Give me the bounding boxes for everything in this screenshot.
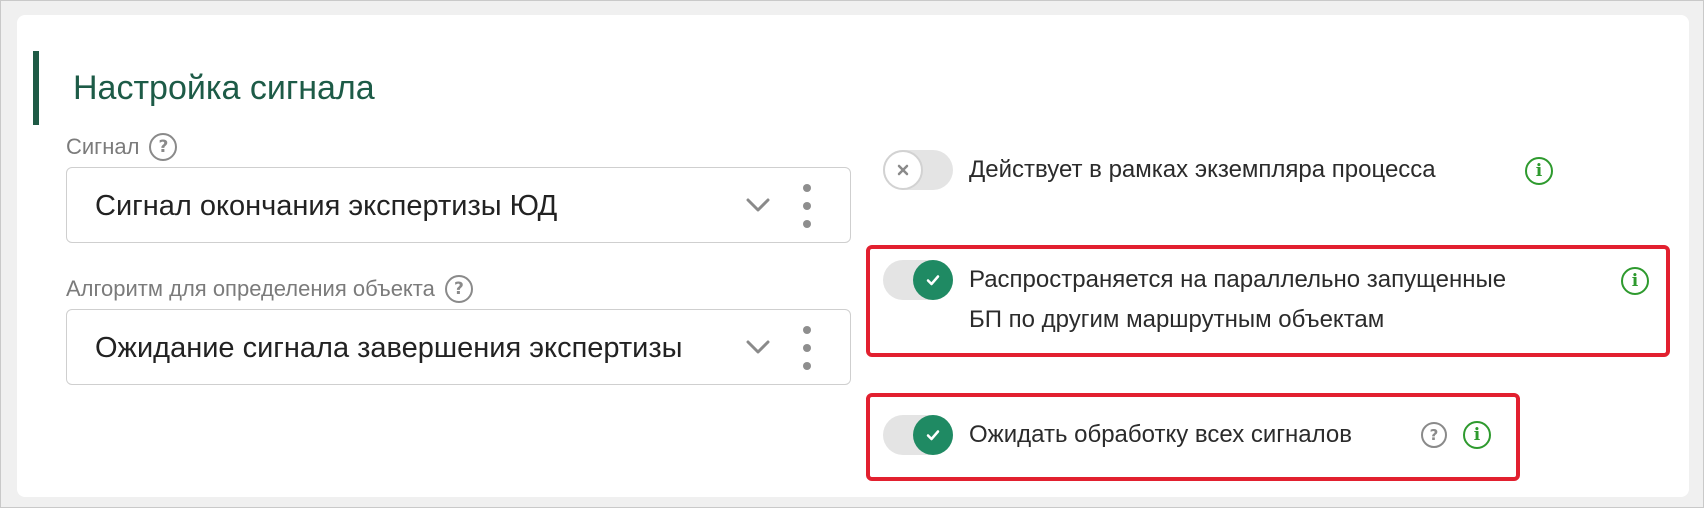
check-icon — [926, 430, 940, 441]
toggle-knob — [913, 260, 953, 300]
section-accent-bar — [33, 51, 39, 125]
info-icon[interactable]: i — [1463, 421, 1491, 449]
toggle-wait-all-signals[interactable] — [883, 415, 953, 455]
toggle-label-process-instance-scope: Действует в рамках экземпляра процесса — [969, 156, 1436, 183]
toggle-knob — [883, 150, 923, 190]
cross-icon — [897, 164, 909, 176]
signal-select-value: Сигнал окончания экспертизы ЮД — [95, 190, 558, 222]
toggle-label-parallel-line1: Распространяется на параллельно запущенн… — [969, 266, 1507, 293]
more-vertical-icon[interactable] — [797, 184, 817, 228]
toggle-process-instance-scope[interactable] — [883, 150, 953, 190]
info-icon[interactable]: i — [1525, 157, 1553, 185]
algorithm-select[interactable]: Ожидание сигнала завершения экспертизы — [66, 309, 851, 385]
section-title: Настройка сигнала — [73, 69, 375, 107]
signal-settings-card: Настройка сигнала Сигнал ? Сигнал оконча… — [17, 15, 1689, 497]
toggle-label-parallel-line2: БП по другим маршрутным объектам — [969, 306, 1385, 333]
help-icon[interactable]: ? — [444, 275, 473, 303]
chevron-down-icon[interactable] — [743, 332, 773, 362]
algorithm-select-value: Ожидание сигнала завершения экспертизы — [95, 332, 683, 364]
toggle-parallel-processes[interactable] — [883, 260, 953, 300]
check-icon — [926, 275, 940, 286]
more-vertical-icon[interactable] — [797, 326, 817, 370]
window-frame: Настройка сигнала Сигнал ? Сигнал оконча… — [0, 0, 1704, 508]
signal-select[interactable]: Сигнал окончания экспертизы ЮД — [66, 167, 851, 243]
algorithm-label-text: Алгоритм для определения объекта — [66, 276, 435, 301]
algorithm-field-label: Алгоритм для определения объекта ? — [66, 275, 473, 303]
help-icon[interactable]: ? — [1421, 422, 1447, 448]
signal-label-text: Сигнал — [66, 134, 140, 159]
signal-field-label: Сигнал ? — [66, 133, 178, 161]
help-icon[interactable]: ? — [149, 133, 178, 161]
toggle-label-wait-all-signals: Ожидать обработку всех сигналов — [969, 421, 1353, 448]
chevron-down-icon[interactable] — [743, 190, 773, 220]
info-icon[interactable]: i — [1621, 267, 1649, 295]
toggle-knob — [913, 415, 953, 455]
